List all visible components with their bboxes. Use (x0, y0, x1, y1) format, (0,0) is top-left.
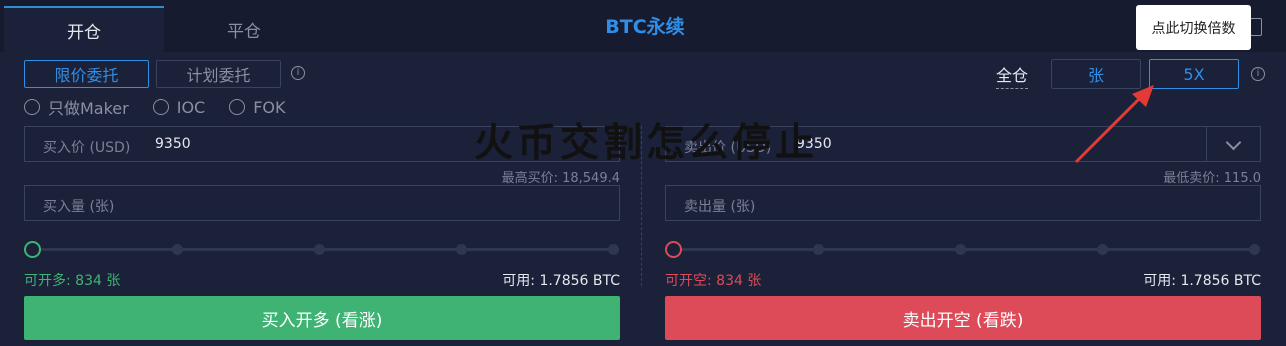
margin-mode-toggle[interactable]: 全仓 (996, 62, 1029, 89)
min-sell-price: 最低卖价: 115.0 (1163, 171, 1261, 186)
watermark-text: 火币交割怎么停止 (474, 121, 819, 166)
buy-quantity-input[interactable]: 买入量 (张) (24, 185, 620, 221)
sell-quantity-placeholder: 卖出量 (张) (684, 199, 756, 215)
info-icon[interactable]: i (1251, 67, 1265, 81)
available-balance: 可用: 1.7856 BTC (502, 273, 620, 289)
arrow-annotation-icon (1074, 85, 1154, 164)
slider-step[interactable] (1097, 244, 1108, 255)
radio-ioc[interactable]: IOC (152, 97, 206, 117)
limit-order-button[interactable]: 限价委托 (24, 60, 149, 88)
sell-slider[interactable] (665, 240, 1261, 258)
radio-fok[interactable]: FOK (229, 97, 286, 117)
slider-step[interactable] (172, 244, 183, 255)
slider-step[interactable] (1249, 244, 1260, 255)
buy-quantity-placeholder: 买入量 (张) (43, 199, 115, 215)
max-buy-price: 最高买价: 18,549.4 (501, 171, 620, 186)
buy-price-value[interactable]: 9350 (155, 136, 191, 152)
slider-step[interactable] (456, 244, 467, 255)
chevron-down-icon[interactable] (1206, 127, 1260, 161)
radio-maker-only[interactable]: 只做Maker (24, 95, 129, 119)
available-balance: 可用: 1.7856 BTC (1143, 273, 1261, 289)
plan-order-button[interactable]: 计划委托 (156, 60, 281, 88)
radio-label: 只做Maker (48, 99, 129, 118)
edit-icon[interactable] (1250, 18, 1262, 36)
sell-quantity-input[interactable]: 卖出量 (张) (665, 185, 1261, 221)
leverage-button[interactable]: 5X (1149, 59, 1239, 89)
page-title: BTC永续 (605, 16, 685, 38)
available-short: 可开空: 834 张 (665, 273, 762, 289)
tab-close-position[interactable]: 平仓 (164, 6, 324, 52)
slider-handle[interactable] (665, 241, 682, 258)
radio-label: IOC (176, 97, 206, 117)
slider-step[interactable] (608, 244, 619, 255)
tab-open-position[interactable]: 开仓 (4, 6, 164, 52)
slider-step[interactable] (813, 244, 824, 255)
radio-circle-icon (152, 99, 169, 115)
sell-short-button[interactable]: 卖出开空 (看跌) (665, 296, 1261, 340)
buy-slider[interactable] (24, 240, 620, 258)
slider-handle[interactable] (24, 241, 41, 258)
available-long: 可开多: 834 张 (24, 273, 121, 289)
slider-step[interactable] (314, 244, 325, 255)
slider-step[interactable] (955, 244, 966, 255)
radio-circle-icon (24, 99, 40, 115)
buy-long-button[interactable]: 买入开多 (看涨) (24, 296, 620, 340)
order-options: 只做Maker IOC FOK (24, 96, 310, 118)
radio-label: FOK (253, 97, 286, 117)
buy-price-label: 买入价 (USD) (43, 140, 131, 156)
info-icon[interactable]: i (291, 66, 305, 80)
radio-circle-icon (229, 99, 246, 115)
leverage-tooltip: 点此切换倍数 (1136, 5, 1251, 50)
